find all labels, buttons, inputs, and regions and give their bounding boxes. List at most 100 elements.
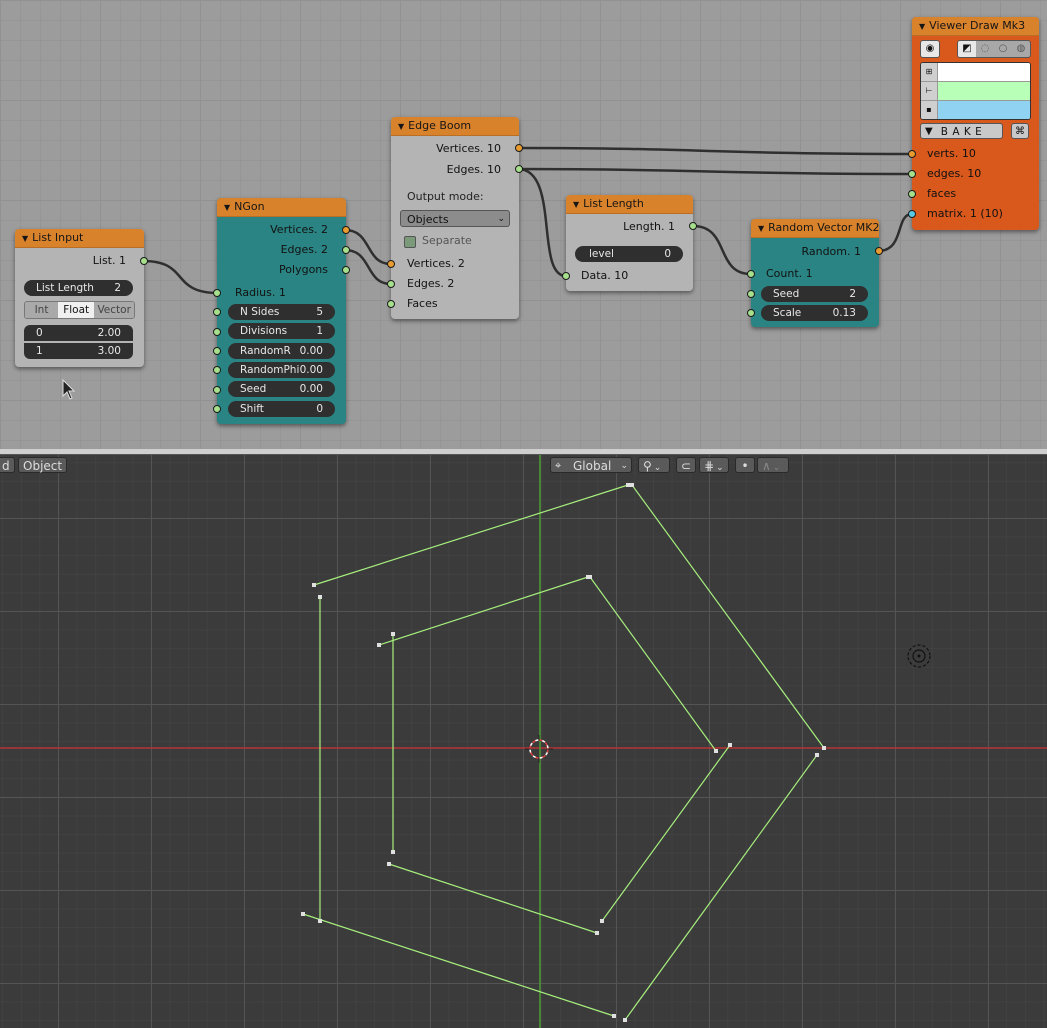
input-socket[interactable] <box>747 309 755 317</box>
output-socket[interactable] <box>342 266 350 274</box>
output-mode-label: Output mode: <box>407 190 484 203</box>
node-header[interactable]: ▼ Edge Boom <box>391 117 519 136</box>
settings-icon[interactable]: ⌘ <box>1011 123 1029 139</box>
edge-color-swatch[interactable] <box>938 82 1030 100</box>
input-socket[interactable] <box>387 300 395 308</box>
face-color-swatch[interactable] <box>938 101 1030 119</box>
edge-boom-node[interactable]: ▼ Edge Boom Vertices. 10 Edges. 10 Output… <box>387 117 523 319</box>
list-length-node[interactable]: ▼ List Length Length. 1 level 0 Data. 10 <box>562 195 697 291</box>
input-socket[interactable] <box>747 290 755 298</box>
chevron-down-icon: ⌄ <box>620 461 628 471</box>
node-editor[interactable]: ▼ List Input List. 1 List Length 2 Int Fl… <box>0 0 1047 449</box>
chevron-down-icon: ⌄ <box>497 214 505 224</box>
output-socket[interactable] <box>515 165 523 173</box>
transform-orientation-dropdown[interactable]: ⌖ Global ⌄ <box>550 457 632 473</box>
list-item-field[interactable]: 1 3.00 <box>24 343 133 359</box>
link-random-to-matrix <box>877 212 913 253</box>
level-field[interactable]: level 0 <box>575 246 683 262</box>
node-title: Viewer Draw Mk3 <box>929 19 1026 32</box>
mode-selector[interactable]: Int Float Vector <box>24 301 135 319</box>
input-socket[interactable] <box>387 280 395 288</box>
face-color-row[interactable]: ▪ <box>921 100 1030 119</box>
output-socket[interactable] <box>140 257 148 265</box>
vertex <box>600 919 604 923</box>
link-boom-verts-to-viewer <box>517 146 913 156</box>
random-r-field[interactable]: RandomR 0.00 <box>228 343 335 359</box>
texture-icon[interactable]: ◍ <box>1012 41 1030 57</box>
link-boom-edges-to-length <box>517 167 567 278</box>
node-header[interactable]: ▼ NGon <box>217 198 346 217</box>
snap-toggle-button[interactable]: • <box>735 457 755 473</box>
seed-field[interactable]: Seed 2 <box>761 286 868 302</box>
circle-icon[interactable]: ○ <box>994 41 1012 57</box>
magnet-icon: ⊂ <box>681 459 692 473</box>
input-socket[interactable] <box>213 289 221 297</box>
proportional-edit-button[interactable]: ⊂ <box>676 457 696 473</box>
viewer-draw-node[interactable]: ▼ Viewer Draw Mk3 ◉ ◩ ◌ ○ ◍ ⊞ ⊢ ▪ ▼ B A K… <box>908 17 1039 230</box>
mode-int[interactable]: Int <box>25 302 59 318</box>
pivot-point-dropdown[interactable]: ⚲ ⌄ <box>638 457 670 473</box>
input-socket[interactable] <box>387 260 395 268</box>
3d-viewport[interactable]: d Object ⌖ Global ⌄ ⚲ ⌄ ⊂ ⋕ ⌄ • ∧ ⌄ <box>0 455 1047 1028</box>
display-mode-toggle[interactable]: ◩ ◌ ○ ◍ <box>957 40 1031 58</box>
input-socket[interactable] <box>213 328 221 336</box>
vertex-color-swatch[interactable] <box>938 63 1030 81</box>
collapse-arrow-icon[interactable]: ▼ <box>919 22 925 31</box>
node-header[interactable]: ▼ Viewer Draw Mk3 <box>912 17 1039 36</box>
color-panel[interactable]: ⊞ ⊢ ▪ <box>920 62 1031 120</box>
divisions-field[interactable]: Divisions 1 <box>228 323 335 339</box>
dot-icon: • <box>741 459 749 473</box>
input-socket[interactable] <box>747 270 755 278</box>
view-menu-partial[interactable]: d <box>0 457 15 473</box>
separate-checkbox[interactable] <box>404 236 416 248</box>
mode-float[interactable]: Float <box>58 302 95 318</box>
input-socket[interactable] <box>908 190 916 198</box>
input-socket[interactable] <box>213 386 221 394</box>
edge-color-row[interactable]: ⊢ <box>921 81 1030 100</box>
random-phi-field[interactable]: RandomPhi 0.00 <box>228 362 335 378</box>
output-socket[interactable] <box>515 144 523 152</box>
output-mode-dropdown[interactable]: Objects ⌄ <box>400 210 510 227</box>
falloff-dropdown[interactable]: ∧ ⌄ <box>757 457 789 473</box>
vertex-color-row[interactable]: ⊞ <box>921 63 1030 81</box>
input-socket[interactable] <box>213 347 221 355</box>
output-socket[interactable] <box>689 222 697 230</box>
list-input-node[interactable]: ▼ List Input List. 1 List Length 2 Int Fl… <box>15 229 148 367</box>
output-socket-label: List. 1 <box>92 254 126 267</box>
input-socket[interactable] <box>213 405 221 413</box>
input-socket[interactable] <box>213 366 221 374</box>
sphere-icon[interactable]: ◌ <box>976 41 994 57</box>
ngon-node[interactable]: ▼ NGon Vertices. 2 Edges. 2 Polygons Radi… <box>213 198 350 424</box>
collapse-arrow-icon[interactable]: ▼ <box>398 122 404 131</box>
node-header[interactable]: ▼ List Length <box>566 195 693 214</box>
mode-vector[interactable]: Vector <box>94 302 134 318</box>
output-socket[interactable] <box>875 247 883 255</box>
n-sides-field[interactable]: N Sides 5 <box>228 304 335 320</box>
collapse-arrow-icon[interactable]: ▼ <box>758 224 764 233</box>
output-socket[interactable] <box>342 246 350 254</box>
scale-field[interactable]: Scale 0.13 <box>761 305 868 321</box>
eye-icon[interactable]: ◉ <box>920 40 940 58</box>
node-header[interactable]: ▼ Random Vector MK2 <box>751 219 879 238</box>
cube-icon[interactable]: ◩ <box>958 41 976 57</box>
input-socket[interactable] <box>908 170 916 178</box>
collapse-arrow-icon[interactable]: ▼ <box>22 234 28 243</box>
shift-field[interactable]: Shift 0 <box>228 401 335 417</box>
list-item-field[interactable]: 0 2.00 <box>24 325 133 341</box>
input-socket[interactable] <box>213 308 221 316</box>
vertex <box>626 483 630 487</box>
collapse-arrow-icon[interactable]: ▼ <box>573 200 579 209</box>
vertex <box>377 643 381 647</box>
mode-selector[interactable]: Object <box>18 457 68 473</box>
random-vector-node[interactable]: ▼ Random Vector MK2 Random. 1 Count. 1 Se… <box>747 219 883 327</box>
input-socket[interactable] <box>908 210 916 218</box>
bake-button[interactable]: ▼ B A K E <box>920 123 1003 139</box>
seed-field[interactable]: Seed 0.00 <box>228 381 335 397</box>
output-socket[interactable] <box>342 226 350 234</box>
snap-element-dropdown[interactable]: ⋕ ⌄ <box>699 457 729 473</box>
list-length-field[interactable]: List Length 2 <box>24 280 133 296</box>
input-socket[interactable] <box>562 272 570 280</box>
collapse-arrow-icon[interactable]: ▼ <box>224 203 230 212</box>
node-header[interactable]: ▼ List Input <box>15 229 144 248</box>
input-socket[interactable] <box>908 150 916 158</box>
